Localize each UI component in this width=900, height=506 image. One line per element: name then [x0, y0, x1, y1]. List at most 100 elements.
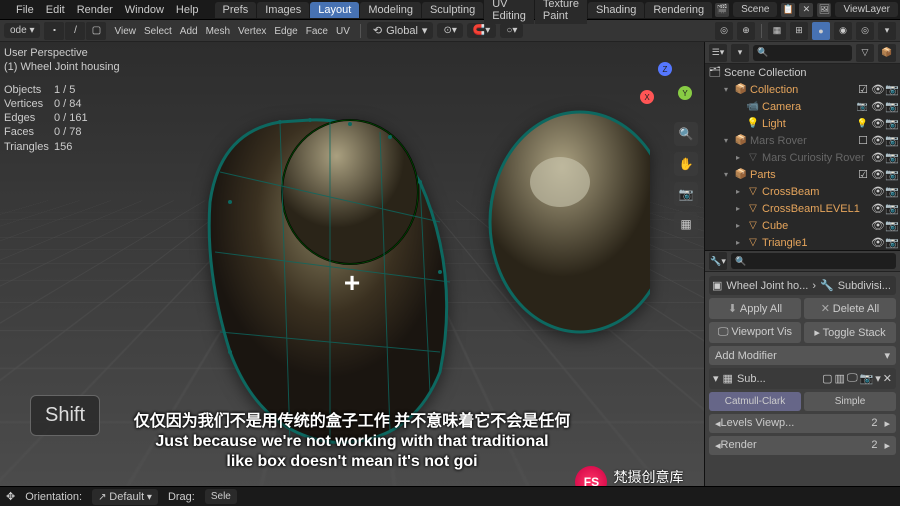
simple-button[interactable]: Simple	[804, 392, 896, 411]
viewport-levels-field[interactable]: ◂Levels Viewp...2▸	[709, 414, 896, 433]
delete-all-button[interactable]: ✕ Delete All	[804, 298, 896, 319]
outliner-row[interactable]: ▸▽CrossBeamLEVEL1👁📷	[705, 200, 900, 217]
render-icon[interactable]: 📷	[860, 372, 874, 385]
mode-select[interactable]: ode ▾	[4, 23, 40, 38]
header-menu-view[interactable]: View	[110, 24, 140, 39]
menu-window[interactable]: Window	[119, 2, 170, 18]
filter-icon[interactable]: ▽	[856, 44, 874, 62]
on-cage-icon[interactable]: ▢	[822, 372, 832, 385]
header-menu-select[interactable]: Select	[140, 24, 176, 39]
snap-dropdown[interactable]: 🧲▾	[467, 23, 496, 38]
display-mode-icon[interactable]: ▾	[731, 44, 749, 62]
menu-edit[interactable]: Edit	[40, 2, 71, 18]
viewport-header: ode ▾ ⬝ / ▢ ViewSelectAddMeshVertexEdgeF…	[0, 20, 900, 42]
outliner-search[interactable]: 🔍	[753, 45, 852, 61]
drag-mode[interactable]: Sele	[205, 489, 237, 504]
render-levels-field[interactable]: ◂Render2▸	[709, 436, 896, 455]
zoom-icon[interactable]: 🔍	[674, 122, 698, 146]
vertex-select-icon[interactable]: ⬝	[44, 22, 64, 40]
viewlayer-icon[interactable]: 🖼	[817, 3, 831, 17]
proportional-dropdown[interactable]: ○▾	[500, 23, 523, 38]
viewport-overlay-text: User Perspective (1) Wheel Joint housing…	[4, 46, 120, 154]
header-menu-vertex[interactable]: Vertex	[234, 24, 270, 39]
wireframe-shading-icon[interactable]: ⊞	[790, 22, 808, 40]
solid-shading-icon[interactable]: ●	[812, 22, 830, 40]
subdivision-modifier-header[interactable]: ▾ ▦ Sub... ▢ ▥ 🖵 📷 ▾ ✕	[709, 368, 896, 389]
outliner-row[interactable]: ▾📦Collection☑👁📷	[705, 81, 900, 98]
editor-type-icon[interactable]: ☰▾	[709, 44, 727, 62]
gizmo-x-axis[interactable]: X	[640, 90, 654, 104]
perspective-toggle-icon[interactable]: ▦	[674, 212, 698, 236]
catmull-clark-button[interactable]: Catmull-Clark	[709, 392, 801, 411]
scene-icon[interactable]: 🎬	[715, 3, 729, 17]
realtime-icon[interactable]: 🖵	[847, 372, 858, 385]
outliner[interactable]: 🗂Scene Collection▾📦Collection☑👁📷📹Camera📷…	[705, 64, 900, 250]
header-menu-face[interactable]: Face	[302, 24, 332, 39]
copy-icon[interactable]: 📋	[781, 3, 795, 17]
gizmo-y-axis[interactable]: Y	[678, 86, 692, 100]
properties-panel: ▣Wheel Joint ho... › 🔧Subdivisi... ⬇ App…	[705, 272, 900, 506]
scene-collection-row[interactable]: 🗂Scene Collection	[705, 64, 900, 81]
viewlayer-name[interactable]: ViewLayer	[835, 2, 898, 17]
outliner-row[interactable]: 💡Light💡👁📷	[705, 115, 900, 132]
apply-all-button[interactable]: ⬇ Apply All	[709, 298, 801, 319]
tab-uv-editing[interactable]: UV Editing	[484, 0, 534, 24]
rendered-shading-icon[interactable]: ◎	[856, 22, 874, 40]
xray-icon[interactable]: ▦	[768, 22, 786, 40]
header-menu-edge[interactable]: Edge	[270, 24, 301, 39]
stat-row: Faces0 / 78	[4, 125, 120, 139]
gizmo-toggle-icon[interactable]: ◎	[715, 22, 733, 40]
delete-icon[interactable]: ✕	[799, 3, 813, 17]
material-shading-icon[interactable]: ◉	[834, 22, 852, 40]
tab-texture-paint[interactable]: Texture Paint	[535, 0, 587, 24]
mesh-icon: ▣	[712, 279, 722, 292]
tab-modeling[interactable]: Modeling	[360, 2, 421, 18]
new-collection-icon[interactable]: 📦	[878, 44, 896, 62]
menu-file[interactable]: File	[10, 2, 40, 18]
modifier-icon: 🔧	[820, 279, 834, 292]
close-icon[interactable]: ✕	[883, 372, 892, 385]
edge-select-icon[interactable]: /	[65, 22, 85, 40]
header-menu-add[interactable]: Add	[176, 24, 202, 39]
navigation-gizmo[interactable]: Z Y X	[640, 62, 690, 112]
orientation-icon[interactable]: ✥	[6, 490, 15, 503]
toggle-stack-button[interactable]: ▸ Toggle Stack	[804, 322, 896, 343]
stat-row: Objects1 / 5	[4, 83, 120, 97]
gizmo-z-axis[interactable]: Z	[658, 62, 672, 76]
outliner-row[interactable]: ▾📦Mars Rover☐👁📷	[705, 132, 900, 149]
move-view-icon[interactable]: ✋	[674, 152, 698, 176]
face-select-icon[interactable]: ▢	[86, 22, 106, 40]
outliner-row[interactable]: ▸▽Triangle1👁📷	[705, 234, 900, 250]
overlay-toggle-icon[interactable]: ⊕	[737, 22, 755, 40]
scene-name[interactable]: Scene	[733, 2, 777, 17]
tab-prefs[interactable]: Prefs	[215, 2, 257, 18]
expand-icon[interactable]: ▾	[875, 372, 881, 385]
add-modifier-dropdown[interactable]: Add Modifier▾	[709, 346, 896, 365]
outliner-row[interactable]: 📹Camera📷👁📷	[705, 98, 900, 115]
header-menu-mesh[interactable]: Mesh	[202, 24, 234, 39]
properties-search[interactable]: 🔍	[731, 253, 896, 269]
tab-shading[interactable]: Shading	[588, 2, 644, 18]
tab-layout[interactable]: Layout	[310, 2, 359, 18]
3d-viewport[interactable]: User Perspective (1) Wheel Joint housing…	[0, 42, 704, 506]
edit-mode-icon[interactable]: ▥	[835, 372, 845, 385]
outliner-row[interactable]: ▸▽Cube👁📷	[705, 217, 900, 234]
default-dropdown[interactable]: ↗ Default ▾	[92, 489, 158, 505]
editor-type-icon[interactable]: 🔧▾	[709, 252, 727, 270]
stat-row: Vertices0 / 84	[4, 97, 120, 111]
outliner-row[interactable]: ▸▽CrossBeam👁📷	[705, 183, 900, 200]
menu-render[interactable]: Render	[71, 2, 119, 18]
outliner-row[interactable]: ▾📦Parts☑👁📷	[705, 166, 900, 183]
viewport-vis-button[interactable]: 🖵 Viewport Vis	[709, 322, 801, 343]
stat-row: Edges0 / 161	[4, 111, 120, 125]
tab-rendering[interactable]: Rendering	[645, 2, 712, 18]
tab-sculpting[interactable]: Sculpting	[422, 2, 483, 18]
pivot-dropdown[interactable]: ⊙▾	[437, 23, 462, 38]
outliner-row[interactable]: ▸▽Mars Curiosity Rover👁📷	[705, 149, 900, 166]
orientation-dropdown[interactable]: ⟲Global▾	[367, 22, 434, 39]
tab-images[interactable]: Images	[257, 2, 309, 18]
shading-options-icon[interactable]: ▾	[878, 22, 896, 40]
camera-view-icon[interactable]: 📷	[674, 182, 698, 206]
header-menu-uv[interactable]: UV	[332, 24, 354, 39]
menu-help[interactable]: Help	[170, 2, 205, 18]
